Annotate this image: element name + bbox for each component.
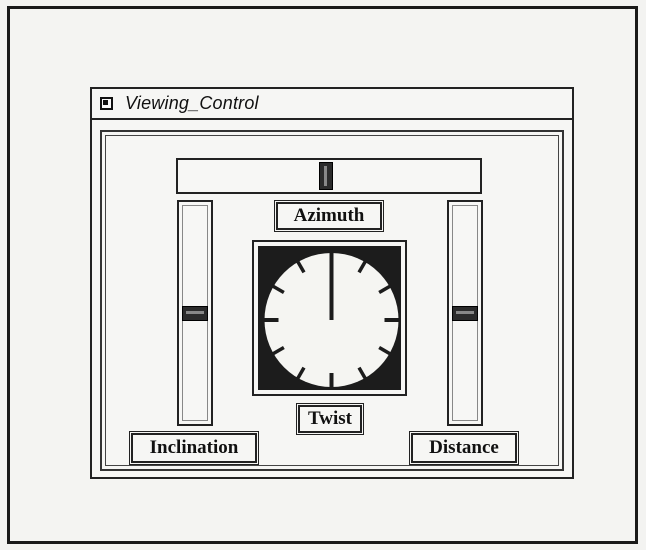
inclination-label: Inclination bbox=[129, 431, 259, 465]
azimuth-slider[interactable] bbox=[176, 158, 482, 194]
twist-label: Twist bbox=[296, 403, 364, 435]
inclination-slider[interactable] bbox=[177, 200, 213, 426]
distance-slider-thumb[interactable] bbox=[452, 305, 478, 321]
twist-dial[interactable] bbox=[252, 240, 407, 396]
twist-dial-background bbox=[258, 246, 401, 390]
distance-label: Distance bbox=[409, 431, 519, 465]
window-titlebar[interactable]: Viewing_Control bbox=[92, 89, 572, 120]
inclination-slider-thumb[interactable] bbox=[182, 305, 208, 321]
window-title: Viewing_Control bbox=[125, 93, 259, 113]
azimuth-slider-thumb[interactable] bbox=[319, 162, 334, 190]
close-box-icon[interactable] bbox=[100, 97, 113, 110]
distance-slider[interactable] bbox=[447, 200, 483, 426]
twist-dial-face[interactable] bbox=[258, 246, 405, 394]
azimuth-label: Azimuth bbox=[274, 200, 384, 232]
